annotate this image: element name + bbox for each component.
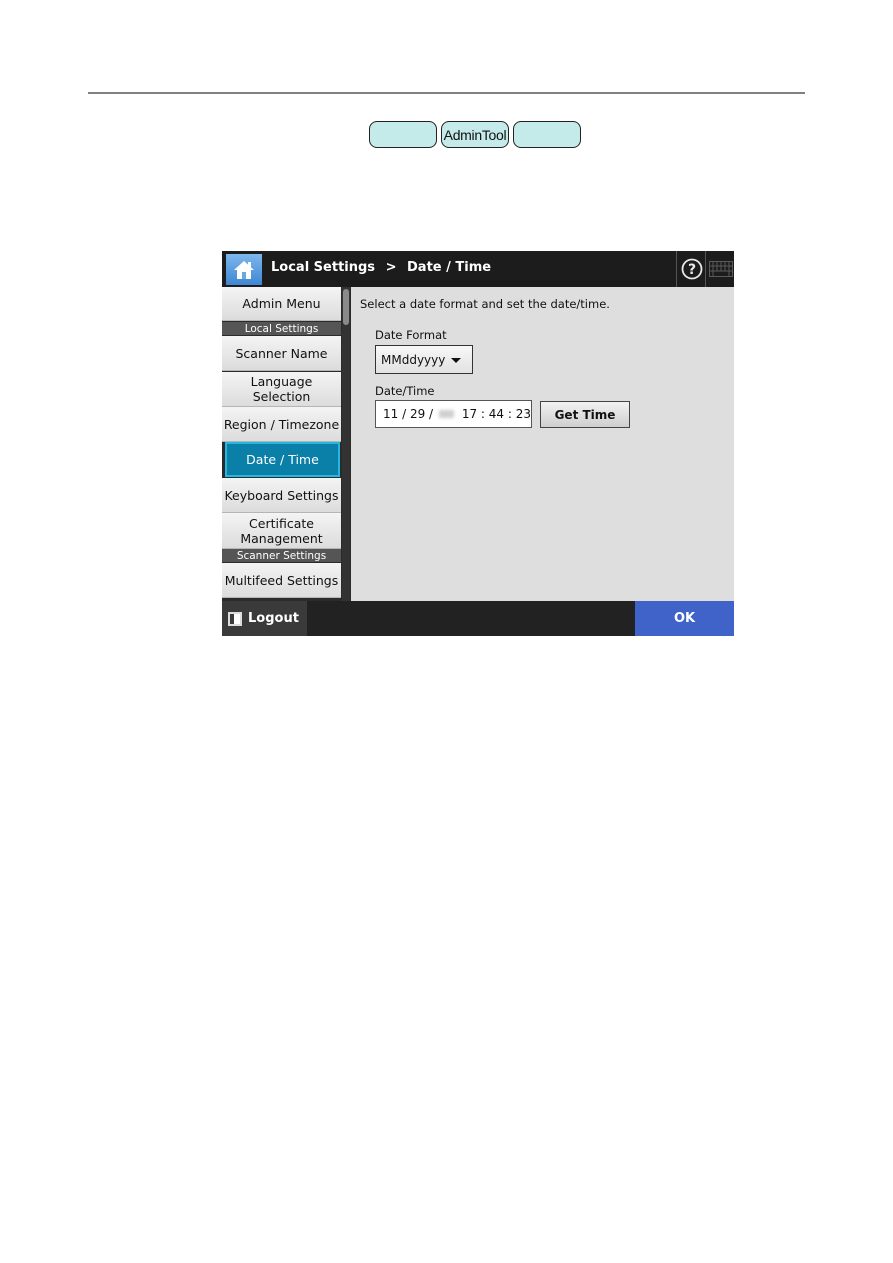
help-button[interactable]: ? xyxy=(676,251,706,287)
svg-text:?: ? xyxy=(687,262,695,278)
keyboard-button[interactable] xyxy=(705,251,734,287)
home-icon xyxy=(234,260,254,279)
date-format-label: Date Format xyxy=(375,328,447,342)
logout-button[interactable]: Logout xyxy=(222,601,307,636)
instruction-text: Select a date format and set the date/ti… xyxy=(360,297,610,311)
datetime-field[interactable]: 11 / 29 / 17 : 44 : 23 xyxy=(375,400,532,428)
sidebar-section-local-settings: Local Settings xyxy=(222,322,341,335)
get-time-button[interactable]: Get Time xyxy=(540,401,630,428)
breadcrumb-parent: Local Settings xyxy=(271,260,376,275)
content-panel: Select a date format and set the date/ti… xyxy=(351,287,734,601)
date-format-select[interactable]: MMddyyyy xyxy=(375,345,473,374)
sidebar-section-scanner-settings: Scanner Settings xyxy=(222,549,341,562)
mode-pill-3 xyxy=(513,121,581,148)
bottom-bar: Logout OK xyxy=(222,601,734,636)
sidebar-item-admin-menu[interactable]: Admin Menu xyxy=(222,287,341,321)
keyboard-icon xyxy=(708,261,733,277)
sidebar-item-keyboard-settings[interactable]: Keyboard Settings xyxy=(222,478,341,513)
question-circle-icon: ? xyxy=(681,258,702,280)
sidebar-item-date-time[interactable]: Date / Time xyxy=(225,442,340,477)
date-year-obscured xyxy=(438,410,454,418)
breadcrumb-separator: > xyxy=(385,260,397,275)
sidebar-item-multifeed-settings[interactable]: Multifeed Settings xyxy=(222,563,341,598)
date-day: 29 xyxy=(409,407,426,421)
chevron-down-icon xyxy=(451,358,461,363)
date-month: 11 xyxy=(383,407,399,421)
breadcrumb-current: Date / Time xyxy=(407,260,492,275)
breadcrumb: Local Settings > Date / Time xyxy=(271,260,497,275)
date-format-value: MMddyyyy xyxy=(381,352,446,367)
sidebar-item-certificate-management[interactable]: Certificate Management xyxy=(222,513,341,549)
home-button[interactable] xyxy=(226,254,262,285)
sidebar-item-scanner-name[interactable]: Scanner Name xyxy=(222,336,341,371)
logout-label: Logout xyxy=(248,611,299,626)
sidebar-scrollbar[interactable] xyxy=(342,287,350,601)
logout-icon xyxy=(228,611,242,626)
scrollbar-thumb[interactable] xyxy=(343,289,349,325)
sidebar-item-language-selection[interactable]: Language Selection xyxy=(222,372,341,407)
header-rule xyxy=(88,92,805,94)
mode-pill-1 xyxy=(369,121,437,148)
operation-mode-pills: AdminTool xyxy=(369,121,581,148)
scanner-screen: Local Settings > Date / Time ? Admin Men… xyxy=(222,251,734,636)
time-value: 17 : 44 : 23 xyxy=(461,407,531,421)
ok-button[interactable]: OK xyxy=(635,601,734,636)
datetime-label: Date/Time xyxy=(375,384,435,398)
sidebar-item-region-timezone[interactable]: Region / Timezone xyxy=(222,407,341,442)
mode-pill-admintool: AdminTool xyxy=(441,121,509,148)
sidebar: Admin Menu Local Settings Scanner Name L… xyxy=(222,287,342,601)
top-bar: Local Settings > Date / Time ? xyxy=(222,251,734,287)
